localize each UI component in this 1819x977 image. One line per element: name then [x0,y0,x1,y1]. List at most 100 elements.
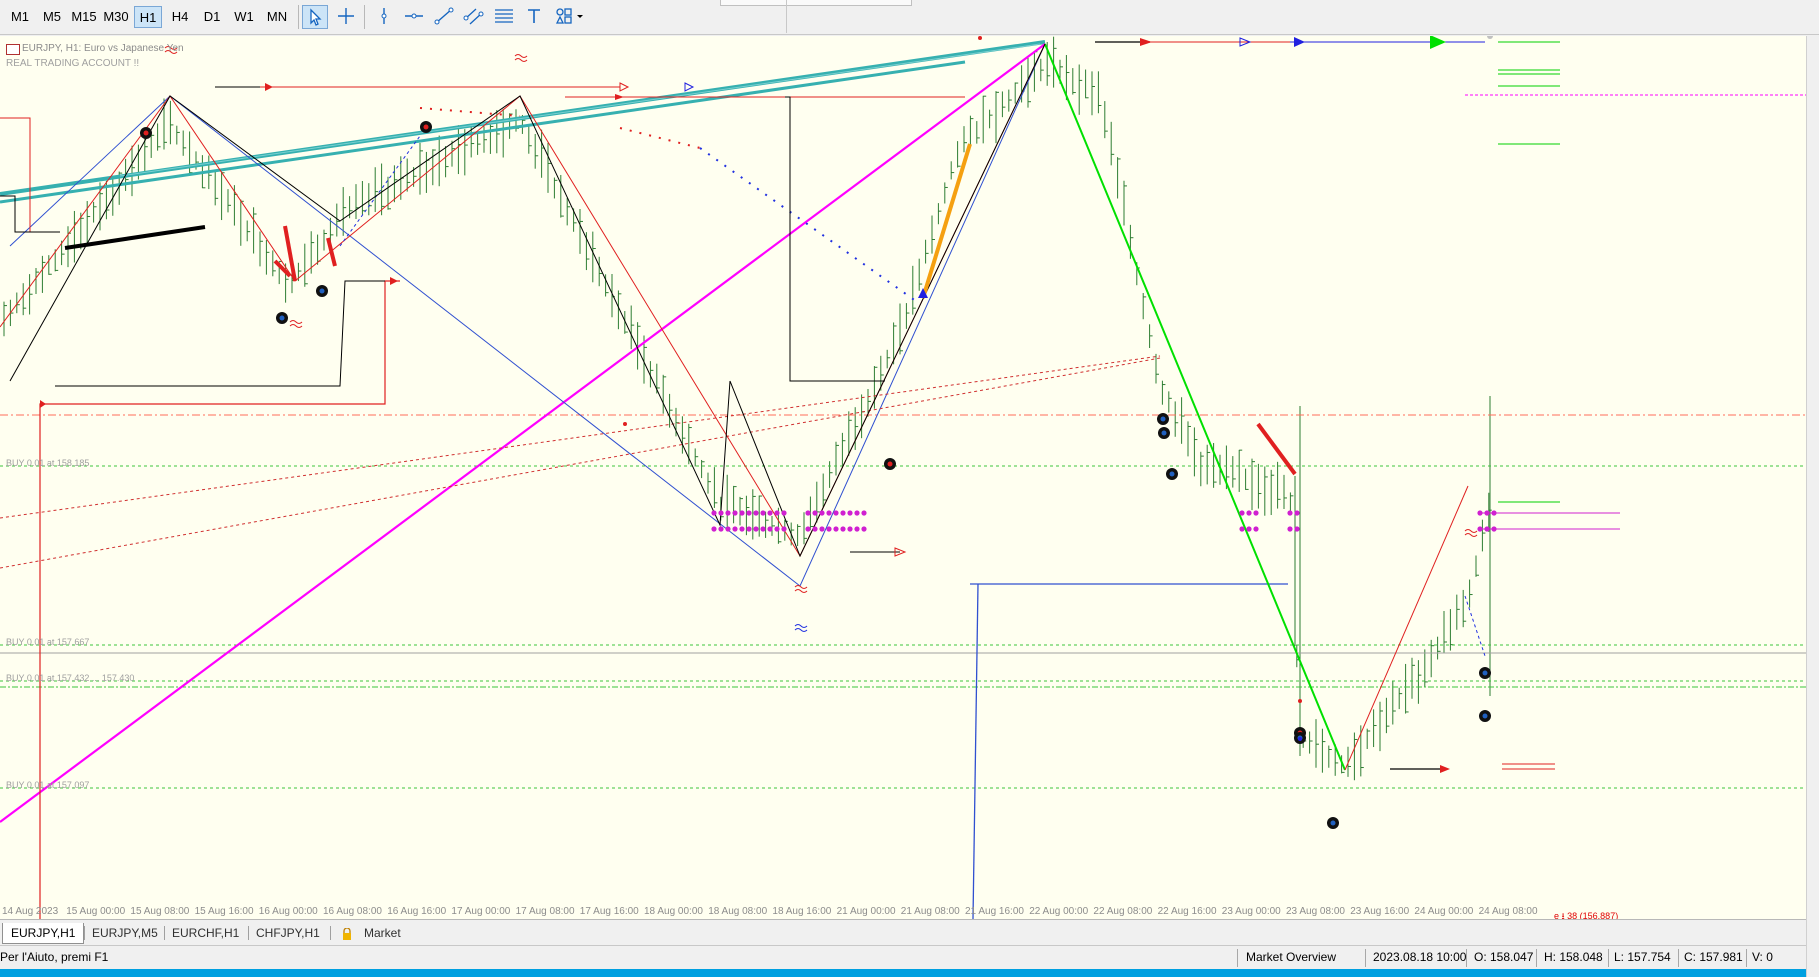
signal-dot [725,526,731,532]
time-axis-label: 17 Aug 16:00 [579,906,639,917]
signal-dot [774,510,780,516]
buy-level-label: BUY 0.01 at 158.185 [6,458,90,468]
status-bar: Per l'Aiuto, premi F1 Market Overview 20… [0,945,1806,970]
signal-dot [746,510,752,516]
vertical-line-icon[interactable] [372,5,398,29]
toolbar: M1 M5 M15 M30 H1 H4 D1 W1 MN [0,0,1819,35]
toolbar-panel-divider [786,0,787,33]
fibonacci-icon[interactable] [492,5,518,29]
time-axis-label: 15 Aug 16:00 [194,906,254,917]
bar-high: H: 158.048 [1544,950,1603,964]
signal-dot [739,526,745,532]
signal-dot [1239,510,1245,516]
trendline-icon[interactable] [432,5,458,29]
signal-dot [847,526,853,532]
signal-dot [1294,510,1300,516]
buy-level-label: BUY 0.01 at 157.097 [6,780,90,790]
timeframe-h4-button[interactable]: H4 [164,6,196,28]
signal-dot [753,510,759,516]
tab-eurchf-h1[interactable]: EURCHF,H1 [164,923,247,943]
signal-dot [760,510,766,516]
toolbar-separator [364,5,365,29]
horizontal-line-icon[interactable] [402,5,428,29]
signal-dot [812,526,818,532]
signal-dot [847,510,853,516]
time-axis-label: 15 Aug 00:00 [66,906,126,917]
signal-dot [861,526,867,532]
signal-dot [1287,526,1293,532]
chart-tabs: EURJPY,H1 EURJPY,M5 EURCHF,H1 CHFJPY,H1 … [0,919,1806,945]
signal-dot [781,510,787,516]
timeframe-m1-button[interactable]: M1 [4,6,36,28]
signal-dot [1484,510,1490,516]
signal-dot [861,510,867,516]
signal-dot [826,526,832,532]
zigzag-magenta-line [0,43,1046,823]
bar-close: C: 157.981 [1684,950,1743,964]
bar-datetime: 2023.08.18 10:00 [1373,950,1467,964]
equidistant-channel-icon[interactable] [462,5,488,29]
timeframe-m30-button[interactable]: M30 [100,6,132,28]
timeframe-d1-button[interactable]: D1 [196,6,228,28]
signal-dot [753,526,759,532]
price-chart[interactable]: EURJPY, H1: Euro vs Japanese Yen REAL TR… [0,36,1806,919]
signal-dot [711,510,717,516]
time-axis-label: 16 Aug 16:00 [387,906,447,917]
lock-icon [342,927,352,940]
signal-dot [805,510,811,516]
timeframe-mn-button[interactable]: MN [260,6,294,28]
right-green-lines [1498,41,1560,503]
signal-dot [840,526,846,532]
trend-channel-line [119,43,1041,177]
signal-dot [840,510,846,516]
signal-dot [1294,526,1300,532]
time-axis-label: 17 Aug 08:00 [515,906,575,917]
account-label: REAL TRADING ACCOUNT !! [6,58,140,69]
signal-dot [718,526,724,532]
tab-eurjpy-m5[interactable]: EURJPY,M5 [84,923,166,943]
thick-black-line [64,225,206,250]
signal-dot [718,510,724,516]
signal-dot [1484,526,1490,532]
timeframe-m15-button[interactable]: M15 [68,6,100,28]
time-axis-label: 22 Aug 16:00 [1157,906,1217,917]
bar-low: L: 157.754 [1614,950,1671,964]
signal-dot [819,526,825,532]
chart-drawing [0,36,1806,919]
text-icon[interactable] [522,5,548,29]
help-text: Per l'Aiuto, premi F1 [0,950,109,964]
step-black-line [785,96,885,382]
time-axis-label: 24 Aug 08:00 [1478,906,1538,917]
shapes-icon[interactable] [552,5,588,29]
buy-level-label: BUY 0.01 at 157.667 [6,637,90,647]
signal-dot [1253,510,1259,516]
time-axis-label: 23 Aug 08:00 [1286,906,1345,917]
signal-dot [854,510,860,516]
dotted-red-line [619,127,701,149]
red-arrows [273,225,1297,476]
signal-dot [805,526,811,532]
timeframe-m5-button[interactable]: M5 [36,6,68,28]
signal-dot [746,526,752,532]
taskbar-strip [0,969,1806,977]
zigzag-black-line [9,43,1046,558]
time-axis-label: 21 Aug 00:00 [836,906,896,917]
buy-level-label: BUY 0.01 at 157.432 ... 157.430 [6,673,135,683]
timeframe-h1-button[interactable]: H1 [134,6,162,28]
cursor-icon[interactable] [302,5,328,29]
vertical-blue-line [972,583,979,919]
target-label: e ⭳ 38 (156.887) [1554,911,1619,919]
vertical-scrollbar[interactable] [1806,36,1819,977]
bar-volume: V: 0 [1752,950,1773,964]
tab-market[interactable]: Market [356,923,409,943]
crosshair-icon[interactable] [334,5,360,29]
time-axis-label: 16 Aug 00:00 [258,906,318,917]
timeframe-w1-button[interactable]: W1 [228,6,260,28]
signal-dot [760,526,766,532]
signal-dot [1477,526,1483,532]
tab-chfjpy-h1[interactable]: CHFJPY,H1 [248,923,328,943]
signal-dot [732,510,738,516]
candles-layer [3,36,1492,781]
tab-eurjpy-h1[interactable]: EURJPY,H1 [2,923,85,944]
time-axis-label: 21 Aug 16:00 [965,906,1024,917]
